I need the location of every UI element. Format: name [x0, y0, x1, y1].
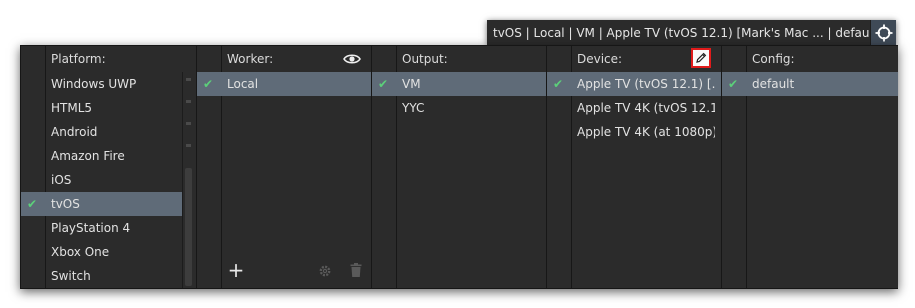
platform-scrollbar[interactable]: [182, 72, 195, 288]
worker-header: Worker:: [197, 46, 371, 72]
platform-column: Platform: Windows UWP HTML5 Android Amaz…: [21, 46, 195, 288]
check-icon: ✔: [553, 77, 564, 91]
edit-devices-button[interactable]: [691, 48, 711, 68]
output-item-selected[interactable]: ✔ VM: [372, 72, 546, 96]
output-header: Output:: [372, 46, 546, 72]
pencil-icon: [696, 52, 707, 63]
platform-item[interactable]: Android: [21, 120, 183, 144]
platform-item[interactable]: Xbox One: [21, 240, 183, 264]
worker-header-label: Worker:: [227, 52, 274, 66]
config-list: ✔ default: [722, 72, 898, 96]
platform-list: Windows UWP HTML5 Android Amazon Fire iO…: [21, 72, 183, 288]
output-column: Output: ✔ VM YYC: [371, 46, 546, 288]
device-list: ✔ Apple TV (tvOS 12.1) [... Apple TV 4K (…: [547, 72, 721, 144]
scroll-tick: [186, 144, 191, 147]
worker-list: ✔ Local: [197, 72, 371, 96]
check-icon: ✔: [203, 77, 214, 91]
platform-item[interactable]: Amazon Fire: [21, 144, 183, 168]
crosshair-icon: [875, 24, 892, 41]
target-button[interactable]: [870, 20, 896, 45]
scroll-tick: [186, 100, 191, 103]
worker-column: Worker: ✔ Local +: [196, 46, 371, 288]
platform-item[interactable]: PlayStation 4: [21, 216, 183, 240]
target-selector-panel: Platform: Windows UWP HTML5 Android Amaz…: [20, 45, 898, 289]
output-item[interactable]: YYC: [372, 96, 546, 120]
output-header-label: Output:: [402, 52, 448, 66]
config-header: Config:: [722, 46, 898, 72]
scroll-tick: [186, 78, 191, 81]
platform-item[interactable]: HTML5: [21, 96, 183, 120]
check-icon: ✔: [27, 197, 38, 211]
delete-worker-button[interactable]: [348, 262, 364, 278]
add-worker-button[interactable]: +: [227, 258, 245, 282]
trash-icon: [350, 263, 362, 277]
platform-header-label: Platform:: [51, 52, 106, 66]
scroll-tick: [186, 122, 191, 125]
platform-header: Platform:: [21, 46, 195, 72]
target-bar[interactable]: tvOS | Local | VM | Apple TV (tvOS 12.1)…: [487, 20, 896, 45]
device-header: Device:: [547, 46, 721, 72]
device-header-label: Device:: [577, 52, 623, 66]
platform-item[interactable]: iOS: [21, 168, 183, 192]
scrollbar-thumb[interactable]: [185, 168, 192, 286]
output-list: ✔ VM YYC: [372, 72, 546, 120]
device-item[interactable]: Apple TV 4K (tvOS 12.1)...: [547, 96, 721, 120]
platform-item[interactable]: Windows UWP: [21, 72, 183, 96]
gear-icon: [319, 265, 331, 277]
target-summary[interactable]: tvOS | Local | VM | Apple TV (tvOS 12.1)…: [487, 26, 870, 40]
config-column: Config: ✔ default: [721, 46, 898, 288]
config-header-label: Config:: [752, 52, 795, 66]
eye-icon[interactable]: [343, 50, 361, 68]
platform-item-selected[interactable]: ✔ tvOS: [21, 192, 183, 216]
worker-settings-button[interactable]: [317, 263, 333, 279]
check-icon: ✔: [728, 77, 739, 91]
check-icon: ✔: [378, 77, 389, 91]
config-item-selected[interactable]: ✔ default: [722, 72, 898, 96]
device-item[interactable]: Apple TV 4K (at 1080p) ...: [547, 120, 721, 144]
platform-item[interactable]: Switch: [21, 264, 183, 288]
worker-item-selected[interactable]: ✔ Local: [197, 72, 371, 96]
device-column: Device: ✔ Apple TV (tvOS 12.1) [... Apple…: [546, 46, 721, 288]
plus-icon: +: [227, 258, 245, 282]
device-item-selected[interactable]: ✔ Apple TV (tvOS 12.1) [...: [547, 72, 721, 96]
